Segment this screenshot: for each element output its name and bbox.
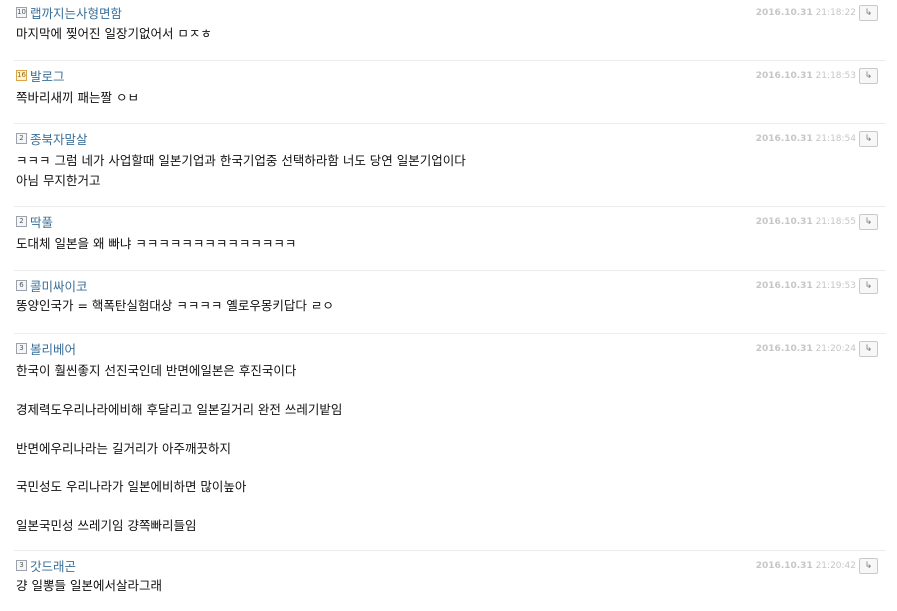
comment-author[interactable]: 갓드래곤 xyxy=(30,556,76,575)
comment-line: 도대체 일본을 왜 빠냐 ㅋㅋㅋㅋㅋㅋㅋㅋㅋㅋㅋㅋㅋㅋ xyxy=(16,236,297,251)
reply-arrow-icon: ↳ xyxy=(864,8,873,18)
level-badge: 2 xyxy=(16,216,27,227)
comment-date: 2016.10.31 xyxy=(755,8,813,18)
comment-line: 걍 일뽕들 일본에서살라그래 xyxy=(16,578,162,593)
level-badge: 3 xyxy=(16,343,27,354)
reply-button[interactable]: ↳ xyxy=(859,341,878,357)
comment-item: 6 콜미싸이코 2016.10.31 21:19:53 ↳ 똥양인국가 = 핵폭… xyxy=(0,276,890,314)
comment-date: 2016.10.31 xyxy=(755,344,813,354)
reply-button[interactable]: ↳ xyxy=(859,5,878,21)
comment-item: 3 갓드래곤 2016.10.31 21:20:42 ↳ 걍 일뽕들 일본에서살… xyxy=(0,556,890,594)
reply-arrow-icon: ↳ xyxy=(864,217,873,227)
comment-date: 2016.10.31 xyxy=(755,134,813,144)
comment-line: ㅋㅋㅋ 그럼 네가 사업할때 일본기업과 한국기업중 선택하라함 너도 당연 일… xyxy=(16,153,466,168)
divider xyxy=(14,123,886,124)
comment-time: 21:20:42 xyxy=(815,561,856,571)
level-badge: 16 xyxy=(16,70,27,81)
reply-button[interactable]: ↳ xyxy=(859,68,878,84)
comment-body: 도대체 일본을 왜 빠냐 ㅋㅋㅋㅋㅋㅋㅋㅋㅋㅋㅋㅋㅋㅋ xyxy=(16,234,897,254)
comment-date: 2016.10.31 xyxy=(755,71,813,81)
comment-line xyxy=(16,497,897,516)
comment-timestamp: 2016.10.31 21:19:53 xyxy=(756,281,856,291)
reply-arrow-icon: ↳ xyxy=(864,561,873,571)
reply-button[interactable]: ↳ xyxy=(859,131,878,147)
comment-list: 10 랩까지는사형면함 2016.10.31 21:18:22 ↳ 마지막에 찢… xyxy=(0,0,897,611)
comment-author[interactable]: 종북자말살 xyxy=(30,129,88,148)
comment-line: 쪽바리새끼 패는짤 ㅇㅂ xyxy=(16,90,139,105)
reply-arrow-icon: ↳ xyxy=(864,344,873,354)
comment-body: 걍 일뽕들 일본에서살라그래 xyxy=(16,576,897,596)
comment-author[interactable]: 볼리베어 xyxy=(30,339,76,358)
comment-line: 경제력도우리나라에비해 후달리고 일본길거리 완전 쓰레기밭임 xyxy=(16,401,343,417)
divider xyxy=(14,333,886,334)
comment-item: 10 랩까지는사형면함 2016.10.31 21:18:22 ↳ 마지막에 찢… xyxy=(0,3,890,41)
comment-time: 21:18:54 xyxy=(815,134,856,144)
divider xyxy=(14,550,886,551)
level-badge: 10 xyxy=(16,7,27,18)
comment-line: 똥양인국가 = 핵폭탄실험대상 ㅋㅋㅋㅋ 옐로우몽키답다 ㄹㅇ xyxy=(16,298,334,313)
comment-date: 2016.10.31 xyxy=(755,281,813,291)
reply-arrow-icon: ↳ xyxy=(864,281,873,291)
level-badge: 6 xyxy=(16,280,27,291)
comment-author[interactable]: 딱풀 xyxy=(30,212,53,231)
level-badge: 2 xyxy=(16,133,27,144)
comment-body: ㅋㅋㅋ 그럼 네가 사업할때 일본기업과 한국기업중 선택하라함 너도 당연 일… xyxy=(16,151,897,191)
reply-arrow-icon: ↳ xyxy=(864,134,873,144)
comment-timestamp: 2016.10.31 21:20:24 xyxy=(756,344,856,354)
comment-author[interactable]: 발로그 xyxy=(30,66,65,85)
comment-timestamp: 2016.10.31 21:18:22 xyxy=(756,8,856,18)
comment-date: 2016.10.31 xyxy=(755,561,813,571)
comment-line: 아님 무지한거고 xyxy=(16,173,101,188)
reply-button[interactable]: ↳ xyxy=(859,278,878,294)
divider xyxy=(14,206,886,207)
reply-button[interactable]: ↳ xyxy=(859,214,878,230)
comment-line: 일본국민성 쓰레기임 걍쪽빠리들임 xyxy=(16,518,197,534)
comment-time: 21:18:22 xyxy=(815,8,856,18)
comment-line: 마지막에 찢어진 일장기없어서 ㅁㅈㅎ xyxy=(16,26,212,41)
comment-time: 21:19:53 xyxy=(815,281,856,291)
comment-body: 똥양인국가 = 핵폭탄실험대상 ㅋㅋㅋㅋ 옐로우몽키답다 ㄹㅇ xyxy=(16,296,897,316)
comment-timestamp: 2016.10.31 21:20:42 xyxy=(756,561,856,571)
comment-line: 국민성도 우리나라가 일본에비하면 많이높아 xyxy=(16,479,247,495)
comment-time: 21:18:53 xyxy=(815,71,856,81)
comment-item: 3 볼리베어 2016.10.31 21:20:24 ↳ 한국이 훨씬좋지 선진… xyxy=(0,339,890,533)
comment-date: 2016.10.31 xyxy=(755,217,813,227)
comment-time: 21:18:55 xyxy=(815,217,856,227)
comment-author[interactable]: 콜미싸이코 xyxy=(30,276,88,295)
comment-time: 21:20:24 xyxy=(815,344,856,354)
comment-author[interactable]: 랩까지는사형면함 xyxy=(30,3,122,22)
comment-body: 마지막에 찢어진 일장기없어서 ㅁㅈㅎ xyxy=(16,24,897,44)
comment-body: 한국이 훨씬좋지 선진국인데 반면에일본은 후진국이다 경제력도우리나라에비해 … xyxy=(16,361,897,536)
level-badge: 3 xyxy=(16,560,27,571)
comment-timestamp: 2016.10.31 21:18:54 xyxy=(756,134,856,144)
comment-item: 2 종북자말살 2016.10.31 21:18:54 ↳ ㅋㅋㅋ 그럼 네가 … xyxy=(0,129,890,188)
comment-item: 16 발로그 2016.10.31 21:18:53 ↳ 쪽바리새끼 패는짤 ㅇ… xyxy=(0,66,890,105)
comment-line xyxy=(16,458,897,477)
comment-line xyxy=(16,419,897,438)
comment-line: 반면에우리나라는 길거리가 아주깨끗하지 xyxy=(16,440,231,456)
comment-line xyxy=(16,380,897,399)
divider xyxy=(14,60,886,61)
reply-button[interactable]: ↳ xyxy=(859,558,878,574)
reply-arrow-icon: ↳ xyxy=(864,71,873,81)
comment-timestamp: 2016.10.31 21:18:53 xyxy=(756,71,856,81)
comment-line: 한국이 훨씬좋지 선진국인데 반면에일본은 후진국이다 xyxy=(16,363,297,378)
comment-timestamp: 2016.10.31 21:18:55 xyxy=(756,217,856,227)
comment-body: 쪽바리새끼 패는짤 ㅇㅂ xyxy=(16,88,897,108)
divider xyxy=(14,270,886,271)
comment-item: 2 딱풀 2016.10.31 21:18:55 ↳ 도대체 일본을 왜 빠냐 … xyxy=(0,212,890,251)
